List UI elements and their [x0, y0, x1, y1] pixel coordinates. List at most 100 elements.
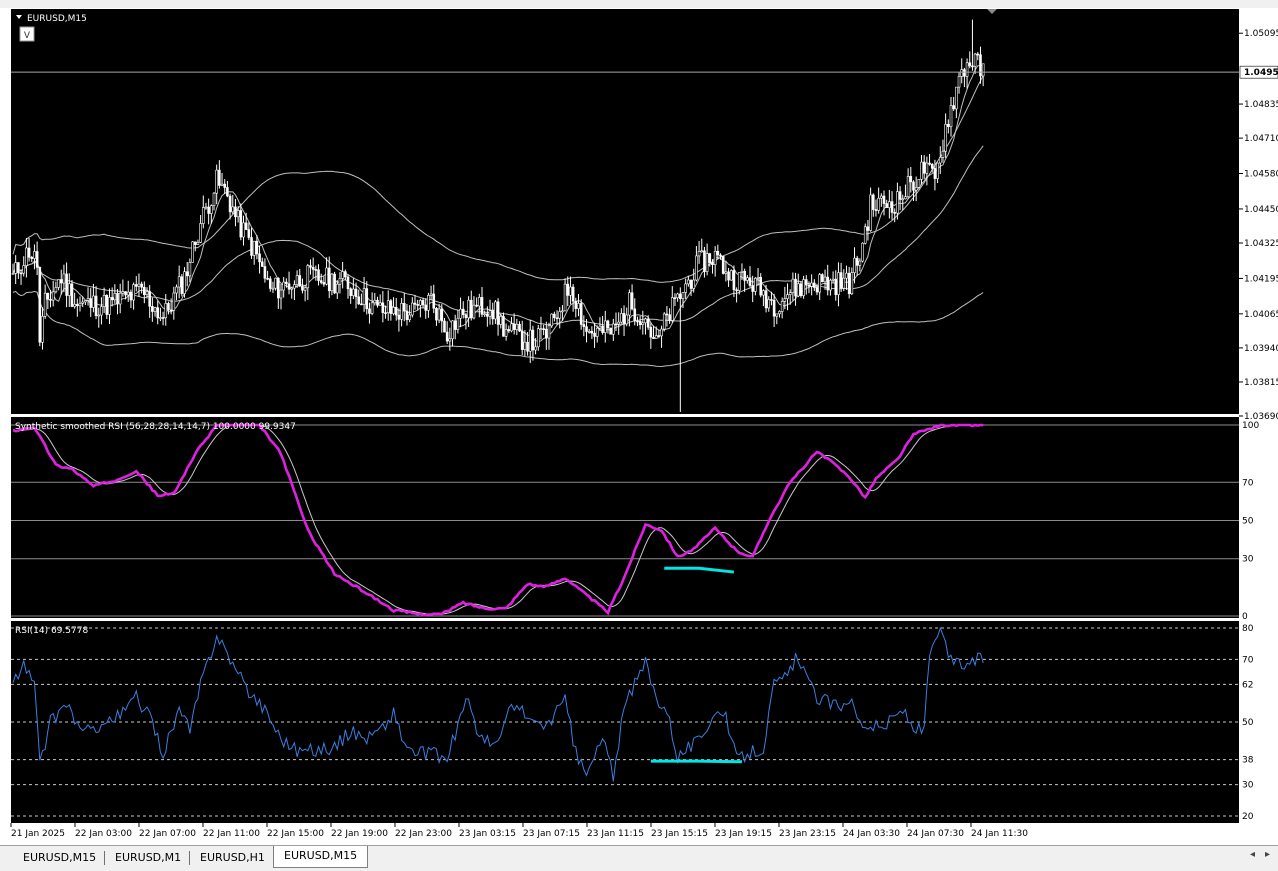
candle-body: [51, 291, 55, 301]
chart-window[interactable]: 1.05095 1.04835 1.04710 1.04580 1.04450 1.043…: [0, 8, 1278, 845]
candle-body: [963, 69, 966, 77]
candle-body: [858, 260, 862, 266]
candle-body: [54, 287, 58, 293]
candle-body: [523, 341, 527, 350]
price-panel[interactable]: [11, 9, 1239, 414]
candle-body: [555, 317, 559, 320]
candle-body: [968, 62, 972, 67]
candle-body: [159, 317, 162, 319]
candle-body: [327, 267, 331, 292]
time-tick-label: 23 Jan 03:15: [459, 829, 516, 839]
candle-body: [949, 105, 953, 127]
candle-body: [866, 226, 870, 231]
tab-scroll-right-icon[interactable]: ▸: [1265, 849, 1270, 860]
candle-body: [352, 288, 355, 296]
candle-body: [196, 241, 200, 245]
candle-body: [148, 291, 151, 307]
candle-body: [563, 283, 567, 312]
candle-body: [670, 297, 674, 321]
candle-body: [673, 297, 677, 299]
candle-body: [231, 206, 235, 213]
candle-body: [116, 293, 119, 305]
candle-body: [590, 331, 594, 334]
candle-body: [649, 326, 653, 338]
candle-body: [837, 272, 840, 295]
candle-body: [126, 291, 130, 296]
candle-body: [947, 124, 950, 127]
candle-body: [282, 281, 285, 291]
time-tick-label: 24 Jan 03:30: [843, 829, 900, 839]
candle-body: [689, 279, 693, 289]
candle-body: [826, 276, 830, 291]
candle-body: [855, 257, 859, 266]
rsi-level-label: 30: [1242, 781, 1254, 791]
candle-body: [922, 161, 926, 174]
candle-body: [869, 194, 872, 231]
time-tick-label: 23 Jan 11:15: [587, 829, 644, 839]
candle-body: [443, 320, 446, 333]
candle-body: [429, 293, 433, 296]
candle-body: [719, 254, 722, 257]
candle-body: [386, 300, 390, 314]
candle-body: [228, 195, 232, 213]
candle-body: [818, 274, 821, 293]
candle-body: [638, 320, 642, 325]
tab-eurusd-m15-1[interactable]: EURUSD,M15: [13, 848, 106, 867]
candle-body: [815, 287, 819, 293]
candle-body: [901, 198, 905, 201]
candle-body: [633, 308, 637, 322]
rsi-divergence-line: [650, 759, 742, 764]
tab-scroll-left-icon[interactable]: ◂: [1250, 849, 1255, 860]
candle-body: [306, 265, 310, 289]
candle-body: [724, 271, 728, 274]
candle-body: [137, 283, 141, 287]
candle-body: [370, 302, 374, 314]
candle-body: [912, 181, 915, 191]
candle-body: [330, 273, 334, 292]
candle-body: [175, 286, 178, 294]
candle-body: [483, 313, 486, 316]
candle-body: [59, 279, 63, 284]
candle-body: [786, 294, 789, 299]
candle-body: [459, 308, 462, 319]
time-tick-label: 22 Jan 03:00: [75, 829, 132, 839]
candle-body: [526, 341, 529, 352]
candle-body: [394, 306, 398, 316]
time-tick-label: 22 Jan 11:00: [203, 829, 260, 839]
candle-body: [81, 301, 84, 304]
rsi-level-label: 20: [1242, 812, 1254, 822]
tab-eurusd-h1[interactable]: EURUSD,H1: [190, 848, 275, 867]
time-tick-label: 22 Jan 23:00: [395, 829, 452, 839]
tab-eurusd-m1[interactable]: EURUSD,M1: [105, 848, 191, 867]
candle-body: [78, 302, 82, 307]
srsi-panel[interactable]: [11, 417, 1239, 618]
rsi-level-label: 38: [1242, 756, 1254, 766]
candle-body: [863, 226, 867, 244]
candle-body: [660, 328, 663, 337]
candle-body: [164, 303, 168, 319]
tab-eurusd-m15-active[interactable]: EURUSD,M15: [273, 846, 369, 868]
candle-body: [705, 253, 709, 272]
candle-body: [756, 276, 760, 279]
candle-body: [277, 277, 280, 299]
candle-body: [397, 314, 401, 320]
candle-body: [799, 283, 803, 296]
candle-body: [311, 267, 315, 270]
candle-body: [842, 277, 846, 289]
candle-body: [478, 297, 481, 307]
srsi-level-label: 30: [1242, 555, 1254, 565]
candle-body: [279, 289, 283, 299]
candle-body: [191, 241, 194, 263]
candle-body: [247, 229, 251, 238]
candle-body: [210, 205, 213, 214]
srsi-title: Synthetic smoothed RSI (56,28,28,14,14,7…: [15, 422, 296, 432]
candle-body: [488, 310, 492, 317]
candle-body: [46, 292, 50, 300]
chart-canvas[interactable]: 1.05095 1.04835 1.04710 1.04580 1.04450 1.043…: [0, 8, 1278, 845]
candle-body: [965, 62, 969, 77]
rsi-level-label: 80: [1242, 624, 1254, 634]
candle-body: [539, 328, 543, 330]
candle-body: [737, 272, 741, 291]
candle-body: [293, 284, 296, 289]
candle-body: [759, 276, 763, 296]
